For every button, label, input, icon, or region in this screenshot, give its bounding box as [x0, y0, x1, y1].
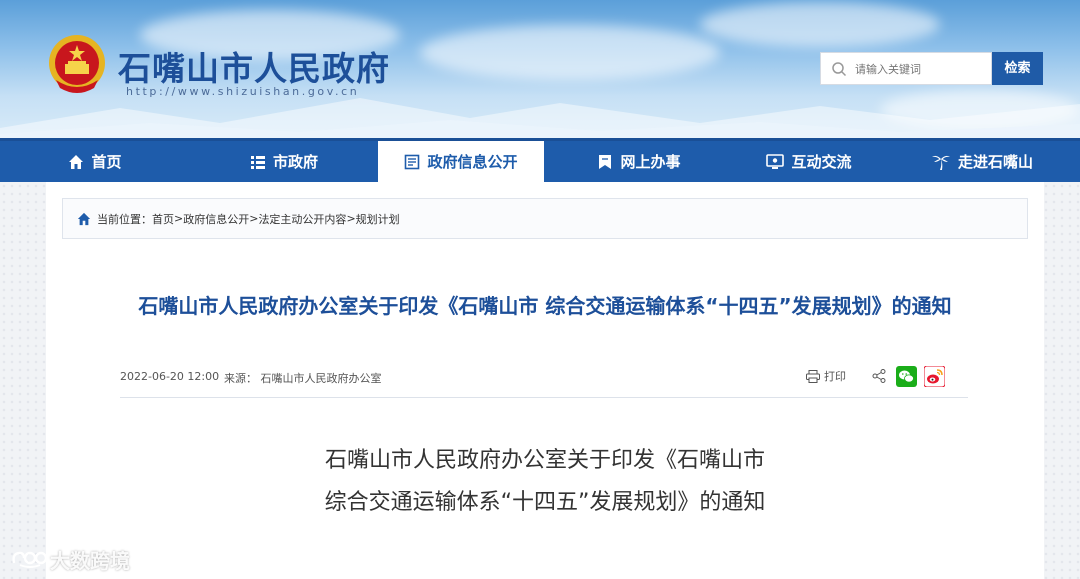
home-icon [69, 154, 84, 169]
breadcrumb-separator: > [346, 212, 356, 225]
breadcrumb-item-home[interactable]: 首页 [152, 211, 174, 227]
breadcrumb-prefix: 当前位置： [97, 212, 152, 226]
body-title-line-2: 综合交通运输体系“十四五”发展规划》的通知 [324, 490, 766, 515]
breadcrumb-separator: > [249, 212, 259, 225]
search-button[interactable]: 检索 [992, 52, 1043, 85]
cloud-decoration [700, 2, 940, 47]
main-nav: 首页 市政府 政府信息公开 网上办事 互动交流 走进石嘴山 [0, 138, 1080, 182]
article-body-title: 石嘴山市人民政府办公室关于印发《石嘴山市 综合交通运输体系“十四五”发展规划》的… [120, 440, 970, 524]
home-icon [77, 212, 91, 225]
nav-item-label: 首页 [91, 153, 122, 171]
watermark: 大数跨境 [10, 545, 130, 574]
wechat-icon[interactable] [896, 366, 917, 387]
nav-item-online-services[interactable]: 网上办事 [544, 141, 734, 182]
breadcrumb-item-planning[interactable]: 规划计划 [356, 211, 400, 227]
nav-item-label: 网上办事 [620, 153, 681, 171]
printer-icon [806, 369, 820, 383]
search-icon [832, 62, 847, 77]
body-title-line-1: 石嘴山市人民政府办公室关于印发《石嘴山市 [324, 448, 765, 473]
share-icon[interactable] [872, 369, 886, 383]
nav-item-interaction[interactable]: 互动交流 [734, 141, 884, 182]
article-meta: 2022-06-20 12:00 来源： 石嘴山市人民政府办公室 打印 [120, 366, 970, 388]
nav-item-label: 政府信息公开 [427, 153, 518, 171]
meta-divider [120, 397, 968, 398]
print-label: 打印 [824, 370, 846, 383]
search-input[interactable] [855, 59, 985, 79]
search-box[interactable] [820, 52, 992, 85]
list-icon [250, 155, 265, 169]
breadcrumb: 当前位置： 首页 > 政府信息公开 > 法定主动公开内容 > 规划计划 [62, 198, 1028, 239]
site-header: 石嘴山市人民政府 http://www.shizuishan.gov.cn 检索 [0, 0, 1080, 138]
print-button[interactable]: 打印 [806, 368, 846, 384]
nav-item-government-info[interactable]: 政府信息公开 [378, 141, 544, 182]
nav-item-label: 市政府 [272, 153, 318, 171]
site-url: http://www.shizuishan.gov.cn [126, 85, 360, 98]
breadcrumb-item-government-info[interactable]: 政府信息公开 [183, 211, 249, 227]
nav-item-about-city[interactable]: 走进石嘴山 [884, 141, 1080, 182]
breadcrumb-separator: > [174, 212, 184, 225]
nav-item-home[interactable]: 首页 [0, 141, 190, 182]
monitor-icon [766, 153, 785, 169]
watermark-text: 大数跨境 [50, 549, 130, 573]
site-title[interactable]: 石嘴山市人民政府 [118, 42, 390, 90]
breadcrumb-item-disclosure[interactable]: 法定主动公开内容 [258, 211, 346, 227]
weibo-icon[interactable] [924, 366, 945, 387]
nav-item-label: 走进石嘴山 [957, 153, 1033, 171]
watermark-logo-icon [12, 551, 48, 568]
document-icon [405, 154, 420, 169]
nav-item-city-government[interactable]: 市政府 [190, 141, 378, 182]
article-source: 来源： 石嘴山市人民政府办公室 [224, 372, 382, 385]
article-title: 石嘴山市人民政府办公室关于印发《石嘴山市 综合交通运输体系“十四五”发展规划》的… [138, 294, 952, 318]
side-pattern [0, 182, 46, 579]
palm-tree-icon [931, 155, 950, 170]
nav-item-label: 互动交流 [791, 153, 852, 171]
national-emblem-icon [49, 35, 105, 93]
publish-date: 2022-06-20 12:00 [120, 370, 220, 383]
bookmark-icon [599, 154, 612, 169]
